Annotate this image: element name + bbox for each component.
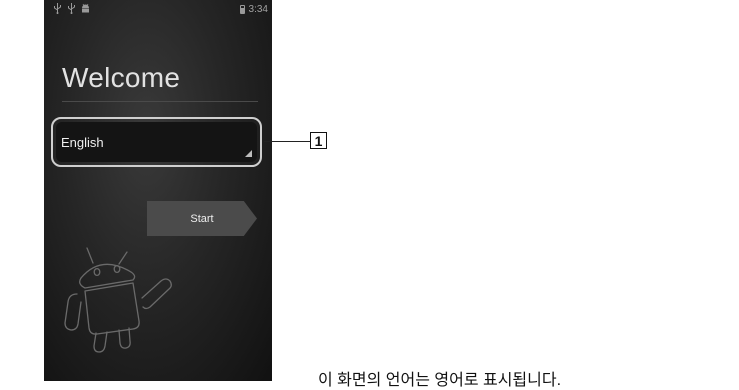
callout-leader-line [264, 141, 310, 142]
language-dropdown-field[interactable]: English [56, 122, 257, 162]
start-button[interactable]: Start [147, 201, 257, 236]
phone-screen: 3:34 Welcome English Start [44, 0, 272, 381]
language-dropdown[interactable]: English [51, 117, 262, 167]
callout-number: 1 [310, 132, 327, 149]
title-divider [62, 101, 258, 102]
language-selected-value: English [61, 135, 104, 150]
dropdown-corner-icon [245, 150, 252, 157]
notification-icons [53, 3, 90, 14]
usb-icon [68, 3, 75, 14]
battery-icon [239, 5, 245, 14]
status-bar: 3:34 [44, 0, 272, 20]
clock: 3:34 [248, 4, 268, 15]
caption-text: 이 화면의 언어는 영어로 표시됩니다. [318, 372, 562, 389]
page-title: Welcome [62, 62, 181, 93]
android-debug-icon [82, 3, 89, 13]
usb-icon [54, 3, 61, 14]
status-right: 3:34 [239, 4, 268, 15]
android-robot-icon [64, 247, 172, 353]
